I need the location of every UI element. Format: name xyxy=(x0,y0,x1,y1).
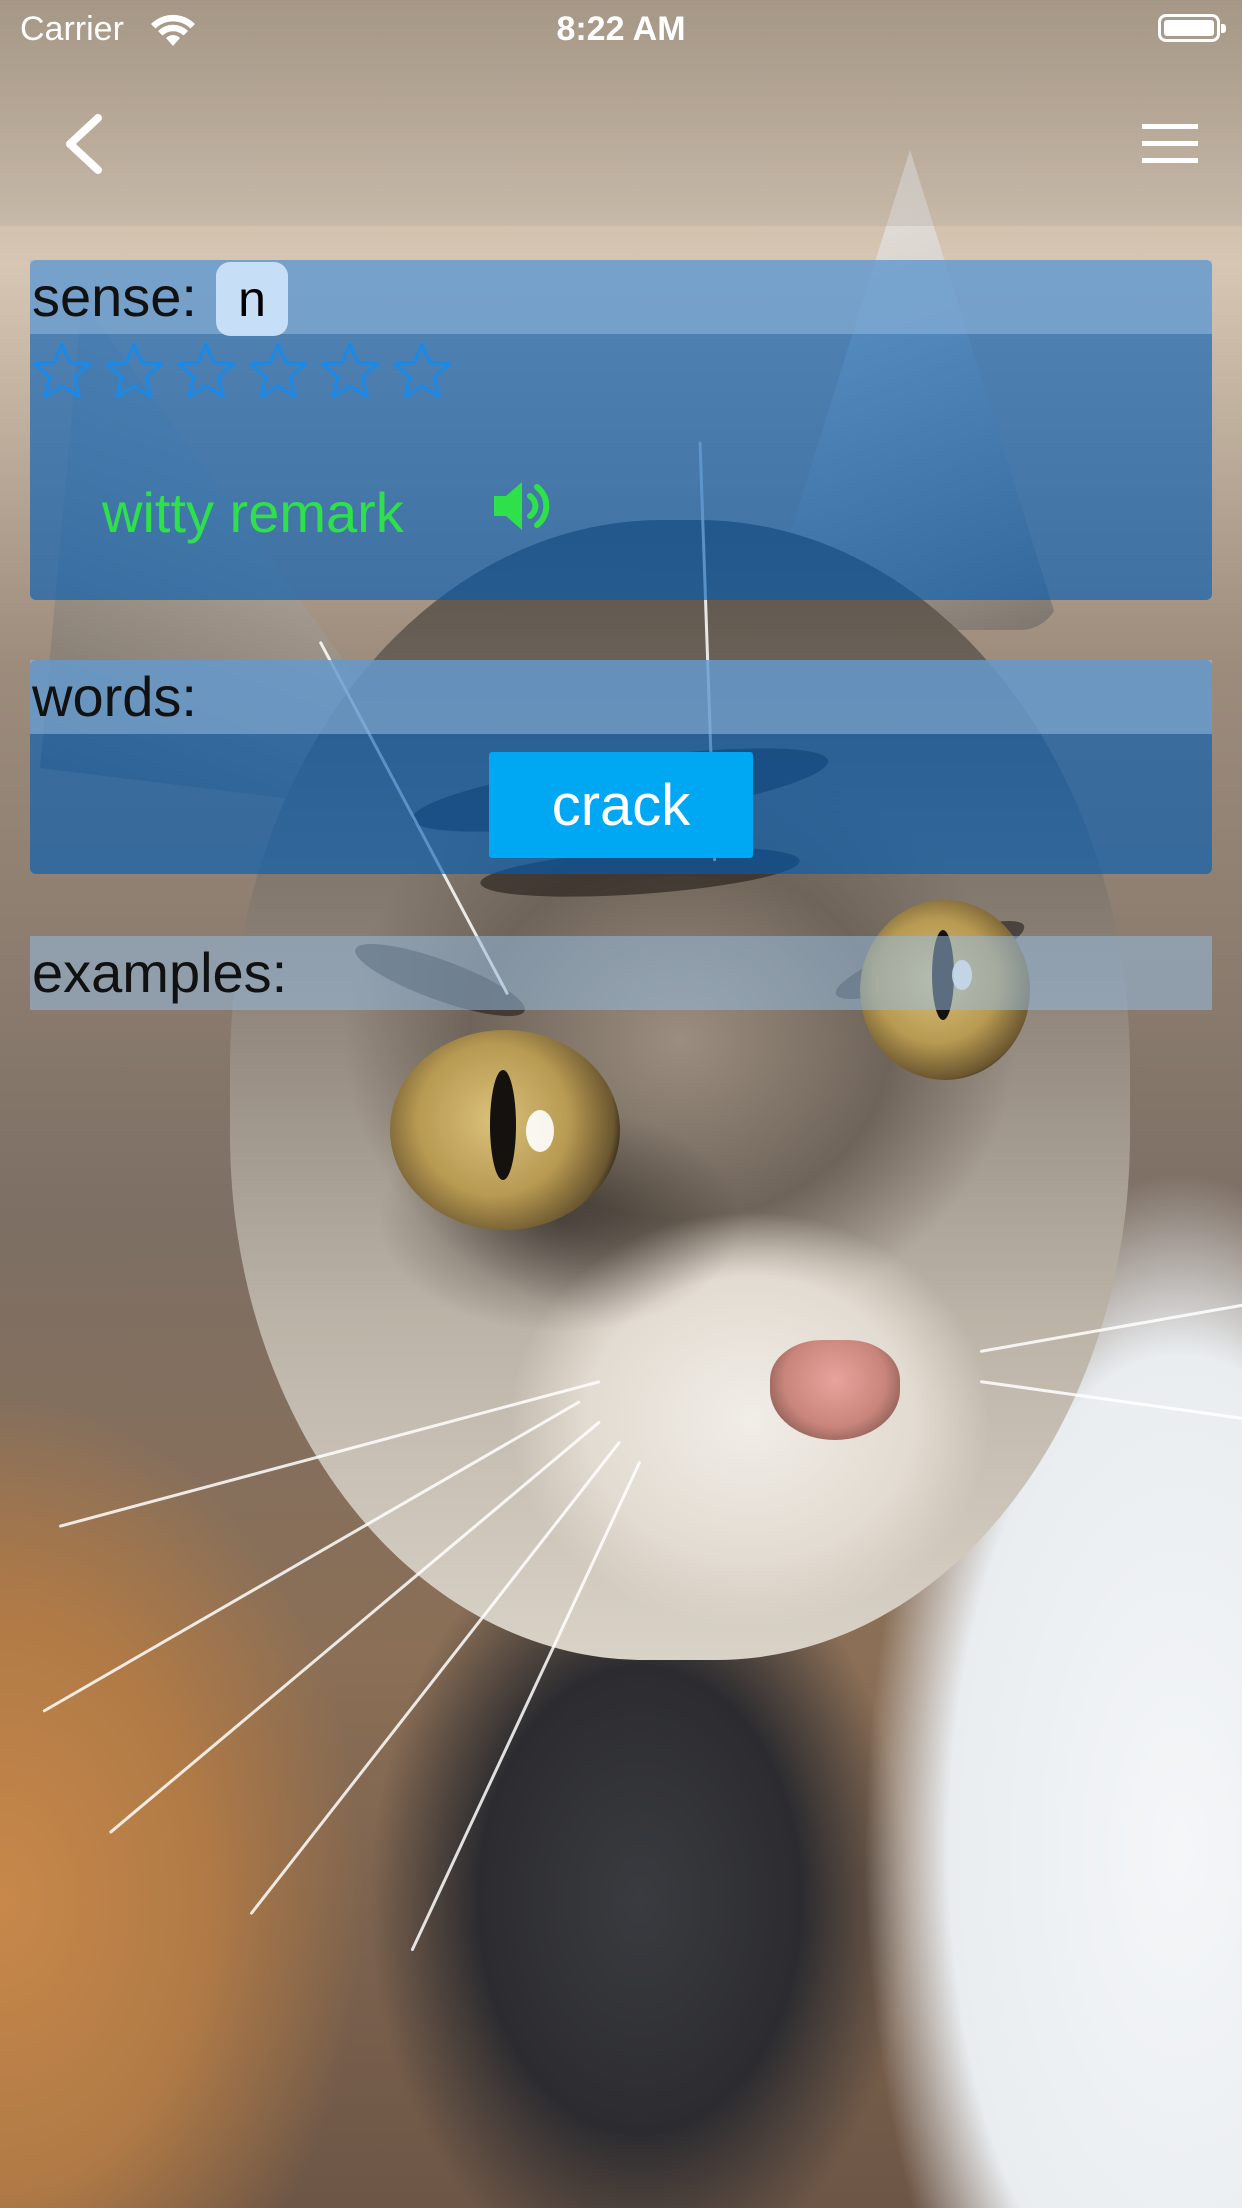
star-icon[interactable] xyxy=(32,340,92,400)
star-icon[interactable] xyxy=(248,340,308,400)
star-icon[interactable] xyxy=(176,340,236,400)
status-bar: Carrier 8:22 AM xyxy=(0,0,1242,60)
words-panel: words: crack xyxy=(30,660,1212,874)
star-icon[interactable] xyxy=(392,340,452,400)
words-label: words: xyxy=(32,665,197,728)
speaker-icon[interactable] xyxy=(490,474,554,538)
sense-label: sense: xyxy=(32,265,197,328)
battery-icon xyxy=(1158,14,1226,42)
sense-header xyxy=(30,260,1212,334)
examples-panel: examples: xyxy=(30,936,1212,1010)
chevron-left-icon[interactable] xyxy=(62,112,106,176)
status-time: 8:22 AM xyxy=(556,10,686,48)
star-icon[interactable] xyxy=(104,340,164,400)
sense-panel: sense: n witty remark xyxy=(30,260,1212,600)
word-button-crack[interactable]: crack xyxy=(489,752,753,858)
sense-definition: witty remark xyxy=(102,481,404,544)
examples-label: examples: xyxy=(32,941,288,1004)
hamburger-menu-icon[interactable] xyxy=(1142,124,1198,164)
star-icon[interactable] xyxy=(320,340,380,400)
rating-stars xyxy=(32,340,452,410)
part-of-speech-badge: n xyxy=(216,262,288,336)
words-header xyxy=(30,660,1212,734)
